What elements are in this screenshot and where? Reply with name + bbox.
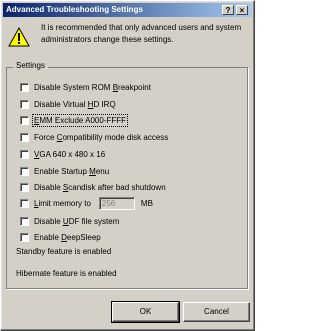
option-emm-exclude[interactable]: EMM Exclude A000-FFFF <box>20 113 129 127</box>
option-label: Enable DeepSleep <box>34 232 101 242</box>
checkbox[interactable] <box>20 149 29 159</box>
option-label: Force Compatibility mode disk access <box>34 132 169 142</box>
settings-group-label: Settings <box>13 61 48 70</box>
option-label: EMM Exclude A000-FFFF <box>31 113 129 127</box>
option-label: Disable Virtual HD IRQ <box>34 99 116 109</box>
checkbox[interactable] <box>20 216 29 226</box>
memory-unit-label: MB <box>140 198 153 208</box>
option-label: Disable UDF file system <box>34 216 120 226</box>
title-bar[interactable]: Advanced Troubleshooting Settings ? × <box>3 3 252 17</box>
option-enable-startup-menu[interactable]: Enable Startup Menu <box>20 165 109 177</box>
checkbox[interactable] <box>20 82 29 92</box>
checkbox[interactable] <box>20 182 29 192</box>
ok-button[interactable]: OK <box>111 301 180 323</box>
checkbox[interactable] <box>20 99 29 109</box>
warning-icon <box>8 27 30 47</box>
option-label: Enable Startup Menu <box>34 166 110 176</box>
option-disable-virtual-hd-irq[interactable]: Disable Virtual HD IRQ <box>20 98 116 110</box>
window-title: Advanced Troubleshooting Settings <box>6 5 143 14</box>
option-vga-640[interactable]: VGA 640 x 480 x 16 <box>20 148 105 160</box>
option-disable-udf[interactable]: Disable UDF file system <box>20 215 119 227</box>
cancel-button[interactable]: Cancel <box>183 302 250 322</box>
close-button[interactable]: × <box>236 5 248 15</box>
warning-message: It is recommended that only advanced use… <box>41 23 242 44</box>
help-button[interactable]: ? <box>222 5 234 15</box>
checkbox[interactable] <box>20 232 29 242</box>
option-disable-rom-breakpoint[interactable]: Disable System ROM Breakpoint <box>20 81 151 93</box>
option-label: Disable Scandisk after bad shutdown <box>34 182 166 192</box>
checkbox[interactable] <box>20 198 29 208</box>
option-label: VGA 640 x 480 x 16 <box>34 149 106 159</box>
option-label: Disable System ROM Breakpoint <box>34 82 151 92</box>
checkbox[interactable] <box>20 166 29 176</box>
hibernate-status-text: Hibernate feature is enabled <box>16 269 117 278</box>
option-force-compatibility-disk[interactable]: Force Compatibility mode disk access <box>20 131 168 143</box>
dialog-window: Advanced Troubleshooting Settings ? × It… <box>0 0 255 331</box>
option-limit-memory[interactable]: Limit memory to 256 MB <box>20 196 153 210</box>
option-enable-deepsleep[interactable]: Enable DeepSleep <box>20 231 101 243</box>
option-disable-scandisk[interactable]: Disable Scandisk after bad shutdown <box>20 181 166 193</box>
checkbox[interactable] <box>20 115 29 125</box>
checkbox[interactable] <box>20 132 29 142</box>
memory-limit-input[interactable]: 256 <box>98 196 135 210</box>
standby-status-text: Standby feature is enabled <box>16 247 112 256</box>
option-label: Limit memory to <box>34 198 91 208</box>
